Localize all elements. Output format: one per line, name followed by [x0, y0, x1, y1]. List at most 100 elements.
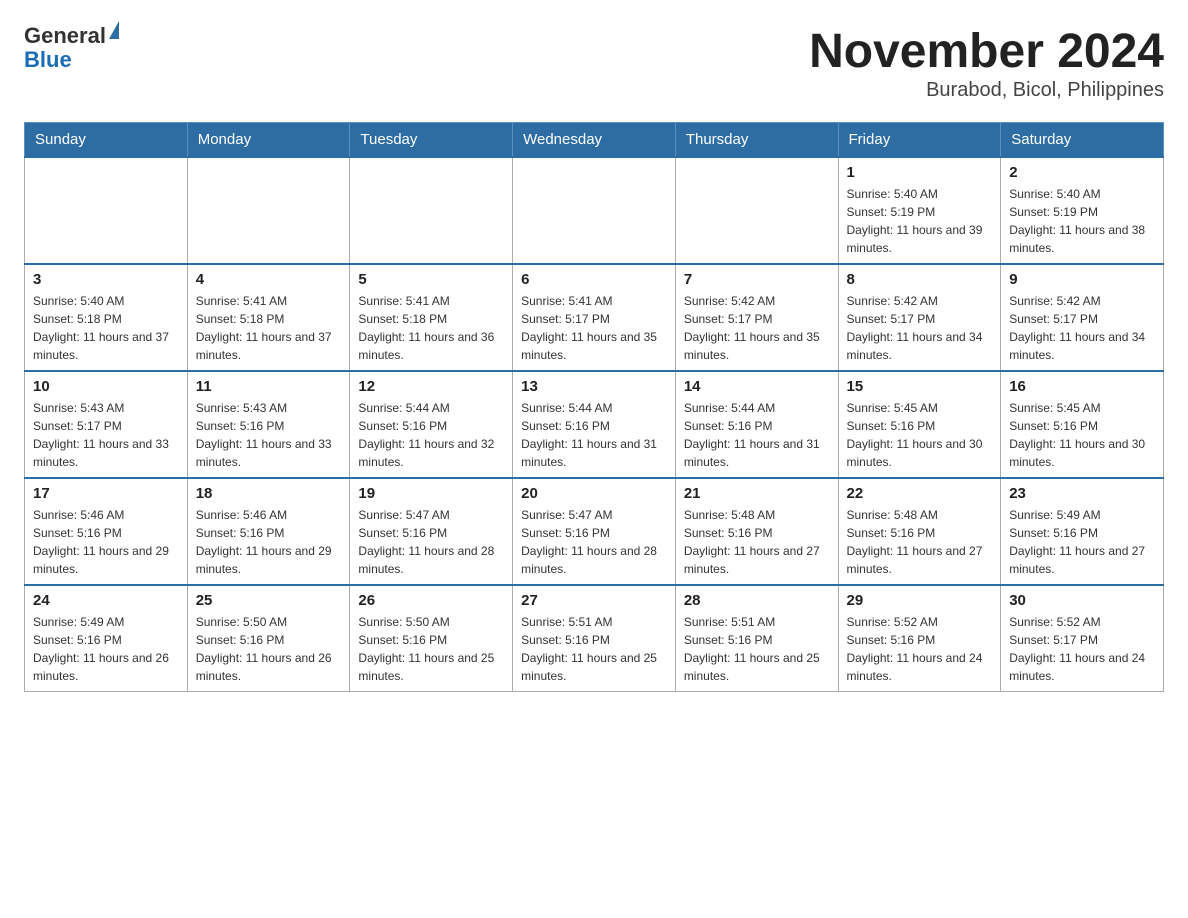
calendar-day-cell: 12 Sunrise: 5:44 AM Sunset: 5:16 PM Dayli… [350, 371, 513, 478]
calendar-week-row: 10Sunrise: 5:43 AM Sunset: 5:17 PM Dayli… [25, 371, 1164, 478]
day-number: 25 [196, 592, 342, 609]
location-title: Burabod, Bicol, Philippines [809, 79, 1164, 102]
calendar-day-cell: 28Sunrise: 5:51 AM Sunset: 5:16 PM Dayli… [675, 585, 838, 692]
day-number: 13 [521, 378, 667, 395]
logo-triangle-icon [109, 21, 119, 39]
calendar-week-row: 17 Sunrise: 5:46 AM Sunset: 5:16 PM Dayli… [25, 478, 1164, 585]
day-number: 4 [196, 271, 342, 288]
calendar-day-cell: 29 Sunrise: 5:52 AM Sunset: 5:16 PM Dayli… [838, 585, 1001, 692]
day-info: Sunrise: 5:49 AM Sunset: 5:16 PM Dayligh… [33, 613, 179, 685]
day-info: Sunrise: 5:43 AM Sunset: 5:16 PM Dayligh… [196, 399, 342, 471]
day-number: 15 [847, 378, 993, 395]
day-info: Sunrise: 5:46 AM Sunset: 5:16 PM Dayligh… [196, 506, 342, 578]
day-number: 8 [847, 271, 993, 288]
calendar-week-row: 3 Sunrise: 5:40 AM Sunset: 5:18 PM Daylig… [25, 264, 1164, 371]
page-header: General Blue November 2024 Burabod, Bico… [24, 24, 1164, 102]
calendar-day-cell: 16 Sunrise: 5:45 AM Sunset: 5:16 PM Dayli… [1001, 371, 1164, 478]
calendar-week-row: 24 Sunrise: 5:49 AM Sunset: 5:16 PM Dayli… [25, 585, 1164, 692]
day-info: Sunrise: 5:48 AM Sunset: 5:16 PM Dayligh… [847, 506, 993, 578]
calendar-day-cell: 13 Sunrise: 5:44 AM Sunset: 5:16 PM Dayli… [513, 371, 676, 478]
day-info: Sunrise: 5:45 AM Sunset: 5:16 PM Dayligh… [1009, 399, 1155, 471]
calendar-day-cell: 18Sunrise: 5:46 AM Sunset: 5:16 PM Dayli… [187, 478, 350, 585]
day-number: 19 [358, 485, 504, 502]
day-number: 14 [684, 378, 830, 395]
day-info: Sunrise: 5:50 AM Sunset: 5:16 PM Dayligh… [196, 613, 342, 685]
day-number: 20 [521, 485, 667, 502]
day-info: Sunrise: 5:41 AM Sunset: 5:18 PM Dayligh… [358, 292, 504, 364]
calendar-day-cell: 2 Sunrise: 5:40 AM Sunset: 5:19 PM Daylig… [1001, 157, 1164, 264]
day-number: 21 [684, 485, 830, 502]
calendar-day-cell: 11 Sunrise: 5:43 AM Sunset: 5:16 PM Dayli… [187, 371, 350, 478]
calendar-day-cell: 15 Sunrise: 5:45 AM Sunset: 5:16 PM Dayli… [838, 371, 1001, 478]
day-info: Sunrise: 5:48 AM Sunset: 5:16 PM Dayligh… [684, 506, 830, 578]
calendar-week-row: 1 Sunrise: 5:40 AM Sunset: 5:19 PM Daylig… [25, 157, 1164, 264]
calendar-day-header: Wednesday [513, 123, 676, 158]
calendar-day-header: Saturday [1001, 123, 1164, 158]
day-info: Sunrise: 5:40 AM Sunset: 5:18 PM Dayligh… [33, 292, 179, 364]
day-number: 26 [358, 592, 504, 609]
day-info: Sunrise: 5:40 AM Sunset: 5:19 PM Dayligh… [847, 185, 993, 257]
day-number: 30 [1009, 592, 1155, 609]
calendar-day-header: Monday [187, 123, 350, 158]
day-info: Sunrise: 5:44 AM Sunset: 5:16 PM Dayligh… [358, 399, 504, 471]
calendar-day-cell [675, 157, 838, 264]
day-info: Sunrise: 5:49 AM Sunset: 5:16 PM Dayligh… [1009, 506, 1155, 578]
day-info: Sunrise: 5:52 AM Sunset: 5:16 PM Dayligh… [847, 613, 993, 685]
day-number: 17 [33, 485, 179, 502]
day-info: Sunrise: 5:40 AM Sunset: 5:19 PM Dayligh… [1009, 185, 1155, 257]
calendar-day-cell [350, 157, 513, 264]
calendar-day-cell: 6 Sunrise: 5:41 AM Sunset: 5:17 PM Daylig… [513, 264, 676, 371]
calendar-day-cell: 26 Sunrise: 5:50 AM Sunset: 5:16 PM Dayli… [350, 585, 513, 692]
day-number: 3 [33, 271, 179, 288]
day-info: Sunrise: 5:42 AM Sunset: 5:17 PM Dayligh… [847, 292, 993, 364]
day-number: 12 [358, 378, 504, 395]
calendar-day-cell: 3 Sunrise: 5:40 AM Sunset: 5:18 PM Daylig… [25, 264, 188, 371]
calendar-day-cell: 20 Sunrise: 5:47 AM Sunset: 5:16 PM Dayli… [513, 478, 676, 585]
day-number: 5 [358, 271, 504, 288]
day-number: 1 [847, 164, 993, 181]
day-number: 6 [521, 271, 667, 288]
day-number: 27 [521, 592, 667, 609]
day-info: Sunrise: 5:41 AM Sunset: 5:17 PM Dayligh… [521, 292, 667, 364]
calendar-day-cell: 17Sunrise: 5:46 AM Sunset: 5:16 PM Dayli… [25, 478, 188, 585]
calendar-day-header: Friday [838, 123, 1001, 158]
calendar-day-cell: 8 Sunrise: 5:42 AM Sunset: 5:17 PM Daylig… [838, 264, 1001, 371]
calendar-day-cell: 7Sunrise: 5:42 AM Sunset: 5:17 PM Daylig… [675, 264, 838, 371]
day-info: Sunrise: 5:50 AM Sunset: 5:16 PM Dayligh… [358, 613, 504, 685]
calendar-day-cell: 4 Sunrise: 5:41 AM Sunset: 5:18 PM Daylig… [187, 264, 350, 371]
day-info: Sunrise: 5:47 AM Sunset: 5:16 PM Dayligh… [521, 506, 667, 578]
day-info: Sunrise: 5:42 AM Sunset: 5:17 PM Dayligh… [1009, 292, 1155, 364]
day-info: Sunrise: 5:42 AM Sunset: 5:17 PM Dayligh… [684, 292, 830, 364]
day-info: Sunrise: 5:43 AM Sunset: 5:17 PM Dayligh… [33, 399, 179, 471]
calendar-day-cell: 23Sunrise: 5:49 AM Sunset: 5:16 PM Dayli… [1001, 478, 1164, 585]
day-info: Sunrise: 5:47 AM Sunset: 5:16 PM Dayligh… [358, 506, 504, 578]
day-number: 16 [1009, 378, 1155, 395]
calendar-day-cell: 9 Sunrise: 5:42 AM Sunset: 5:17 PM Daylig… [1001, 264, 1164, 371]
month-title: November 2024 [809, 24, 1164, 79]
calendar-day-cell: 27 Sunrise: 5:51 AM Sunset: 5:16 PM Dayli… [513, 585, 676, 692]
calendar-day-cell [25, 157, 188, 264]
day-number: 11 [196, 378, 342, 395]
calendar-day-cell [513, 157, 676, 264]
day-number: 29 [847, 592, 993, 609]
calendar-day-header: Tuesday [350, 123, 513, 158]
day-info: Sunrise: 5:51 AM Sunset: 5:16 PM Dayligh… [521, 613, 667, 685]
day-info: Sunrise: 5:51 AM Sunset: 5:16 PM Dayligh… [684, 613, 830, 685]
calendar-header-row: SundayMondayTuesdayWednesdayThursdayFrid… [25, 123, 1164, 158]
day-info: Sunrise: 5:41 AM Sunset: 5:18 PM Dayligh… [196, 292, 342, 364]
logo: General Blue [24, 24, 119, 72]
day-info: Sunrise: 5:44 AM Sunset: 5:16 PM Dayligh… [521, 399, 667, 471]
calendar-day-cell: 10Sunrise: 5:43 AM Sunset: 5:17 PM Dayli… [25, 371, 188, 478]
calendar-day-cell: 24 Sunrise: 5:49 AM Sunset: 5:16 PM Dayli… [25, 585, 188, 692]
calendar-day-cell: 22 Sunrise: 5:48 AM Sunset: 5:16 PM Dayli… [838, 478, 1001, 585]
day-number: 9 [1009, 271, 1155, 288]
day-number: 22 [847, 485, 993, 502]
day-number: 2 [1009, 164, 1155, 181]
day-number: 24 [33, 592, 179, 609]
day-info: Sunrise: 5:52 AM Sunset: 5:17 PM Dayligh… [1009, 613, 1155, 685]
logo-general-text: General [24, 24, 106, 48]
day-info: Sunrise: 5:45 AM Sunset: 5:16 PM Dayligh… [847, 399, 993, 471]
calendar-day-cell [187, 157, 350, 264]
calendar-day-header: Thursday [675, 123, 838, 158]
calendar-day-cell: 14Sunrise: 5:44 AM Sunset: 5:16 PM Dayli… [675, 371, 838, 478]
